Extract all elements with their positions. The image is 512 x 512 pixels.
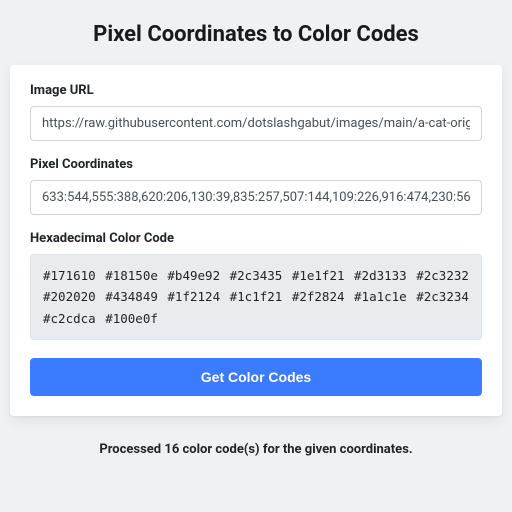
output-label: Hexadecimal Color Code — [30, 231, 482, 246]
hex-output: #171610 #18150e #b49e92 #2c3435 #1e1f21 … — [30, 254, 482, 340]
form-card: Image URL Pixel Coordinates Hexadecimal … — [10, 65, 502, 416]
coordinates-group: Pixel Coordinates — [30, 157, 482, 215]
coordinates-label: Pixel Coordinates — [30, 157, 482, 172]
output-group: Hexadecimal Color Code #171610 #18150e #… — [30, 231, 482, 340]
status-message: Processed 16 color code(s) for the given… — [0, 442, 512, 457]
get-color-codes-button[interactable]: Get Color Codes — [30, 358, 482, 396]
coordinates-input[interactable] — [30, 180, 482, 215]
image-url-label: Image URL — [30, 83, 482, 98]
image-url-group: Image URL — [30, 83, 482, 141]
image-url-input[interactable] — [30, 106, 482, 141]
page-title: Pixel Coordinates to Color Codes — [0, 0, 512, 65]
